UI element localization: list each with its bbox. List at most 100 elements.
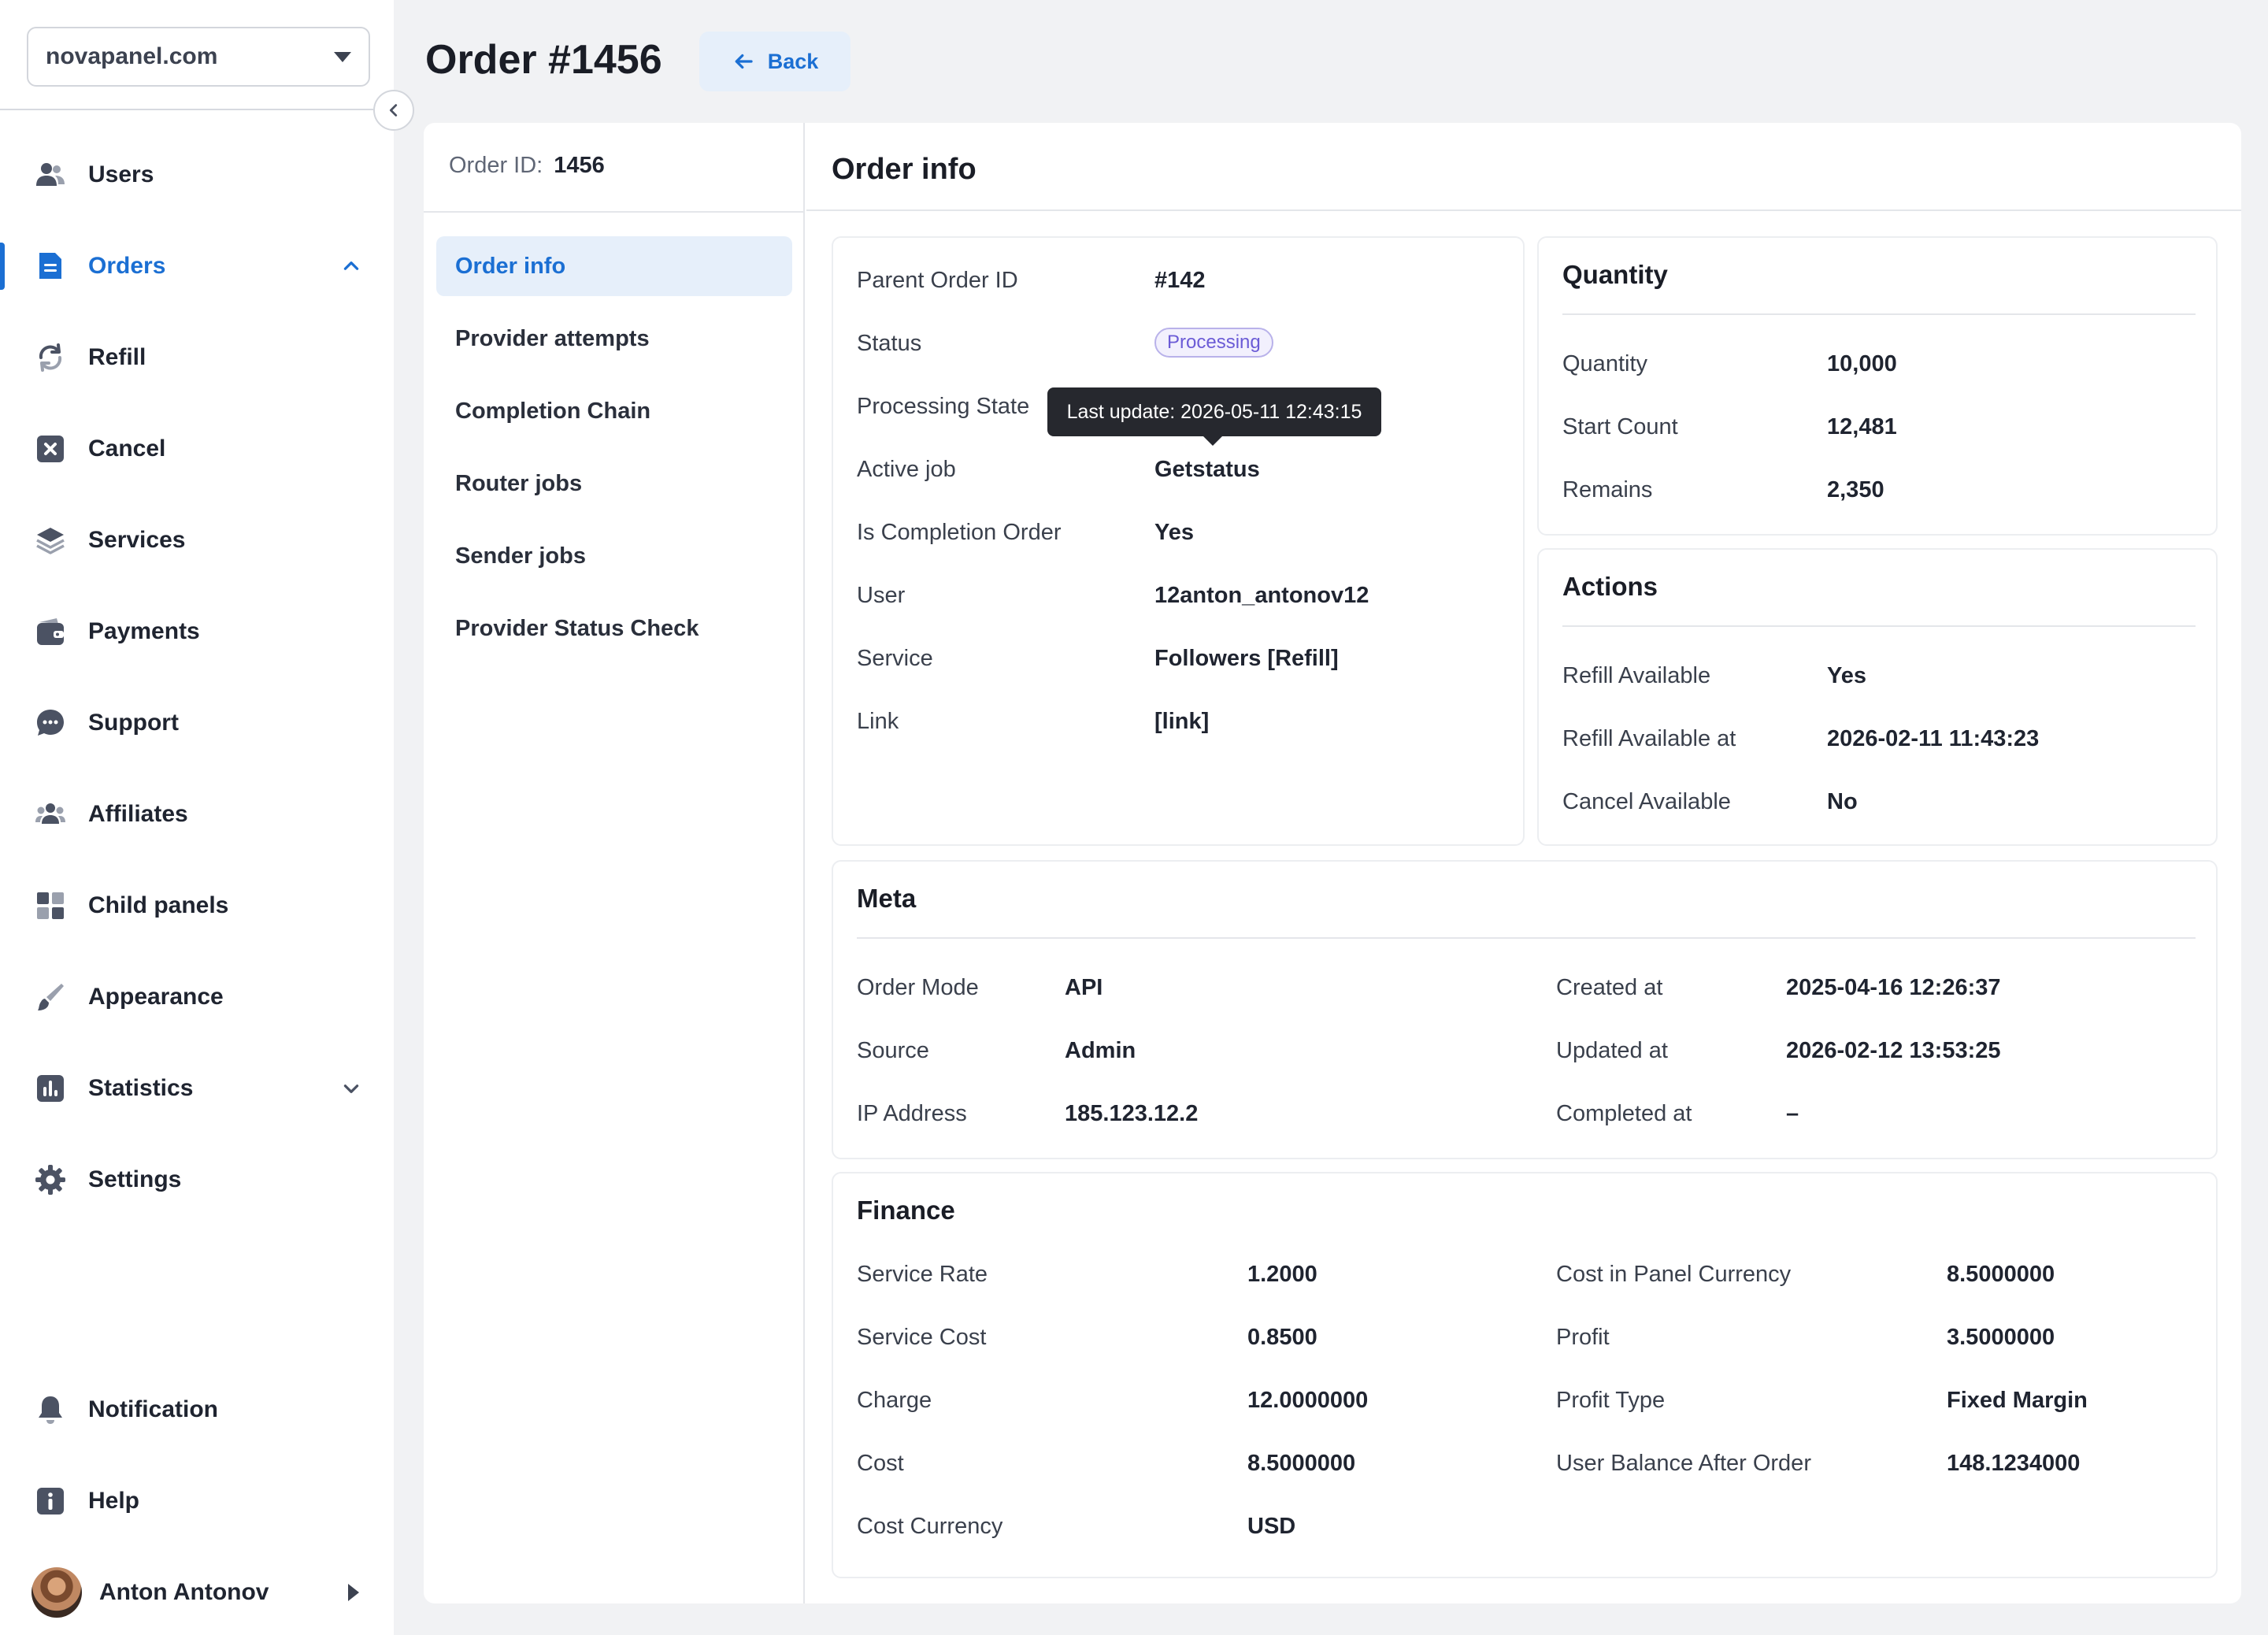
detail-value[interactable]: [link]	[1154, 709, 1209, 735]
sidebar-item-affiliates[interactable]: Affiliates	[0, 769, 394, 860]
back-button[interactable]: Back	[699, 32, 850, 91]
finance-value: 0.8500	[1247, 1325, 1317, 1350]
sidebar-item-label: Help	[88, 1488, 140, 1514]
finance-label: Service Rate	[857, 1262, 988, 1287]
sidebar-item-label: Statistics	[88, 1075, 194, 1101]
sidebar-item-label: Users	[88, 161, 154, 187]
sidebar-item-orders[interactable]: Orders	[0, 221, 394, 312]
sidebar-item-label: Notification	[88, 1396, 218, 1422]
sidebar-item-label: Payments	[88, 618, 200, 644]
divider	[1562, 625, 2196, 627]
detail-value[interactable]: Followers [Refill]	[1154, 646, 1339, 672]
detail-label: Parent Order ID	[857, 268, 1018, 293]
gear-icon	[35, 1164, 66, 1196]
sidebar-item-notification[interactable]: Notification	[0, 1364, 394, 1455]
collapse-sidebar-button[interactable]	[373, 90, 414, 131]
quantity-label: Remains	[1562, 477, 1653, 502]
subnav-sender-jobs[interactable]: Sender jobs	[436, 526, 792, 586]
chevron-left-icon	[389, 104, 398, 117]
sidebar-item-payments[interactable]: Payments	[0, 586, 394, 677]
meta-value: –	[1786, 1101, 1799, 1126]
action-label: Refill Available at	[1562, 726, 1736, 751]
action-label: Refill Available	[1562, 663, 1711, 688]
detail-label: Processing State	[857, 394, 1030, 419]
domain-select[interactable]: novapanel.com	[27, 27, 370, 87]
domain-select-value: novapanel.com	[46, 43, 218, 69]
panel-title: Quantity	[1562, 260, 1668, 289]
finance-label: Charge	[857, 1388, 932, 1413]
divider	[424, 211, 805, 213]
sidebar-item-users[interactable]: Users	[0, 129, 394, 221]
sidebar-item-label: Refill	[88, 344, 146, 370]
detail-label: Service	[857, 646, 933, 671]
subnav-order-info[interactable]: Order info	[436, 236, 792, 296]
detail-value: Yes	[1154, 520, 1194, 545]
sidebar-item-services[interactable]: Services	[0, 495, 394, 586]
bell-icon	[35, 1394, 66, 1426]
subnav-completion-chain[interactable]: Completion Chain	[436, 381, 792, 441]
order-card: Order ID: 1456 Order info Provider attem…	[424, 123, 2241, 1603]
page-title: Order #1456	[425, 37, 662, 83]
quantity-value: 10,000	[1827, 351, 1897, 376]
subnav-provider-attempts[interactable]: Provider attempts	[436, 309, 792, 369]
x-square-icon	[35, 433, 66, 465]
order-details-panel: Parent Order ID #142 Status Processing P…	[832, 236, 1525, 846]
sidebar-item-refill[interactable]: Refill	[0, 312, 394, 403]
subnav-router-jobs[interactable]: Router jobs	[436, 454, 792, 513]
detail-label: Status	[857, 331, 922, 356]
user-menu[interactable]: Anton Antonov	[0, 1563, 394, 1622]
sidebar-item-statistics[interactable]: Statistics	[0, 1043, 394, 1134]
meta-label: Updated at	[1556, 1038, 1668, 1063]
meta-label: Completed at	[1556, 1101, 1692, 1126]
detail-label: Is Completion Order	[857, 520, 1062, 545]
finance-value: USD	[1247, 1514, 1296, 1539]
finance-value: 3.5000000	[1947, 1325, 2055, 1350]
panel-title: Meta	[857, 884, 917, 913]
meta-value: API	[1065, 975, 1103, 1000]
arrow-left-icon	[735, 54, 753, 69]
divider	[857, 937, 2196, 939]
subnav-provider-status-check[interactable]: Provider Status Check	[436, 599, 792, 658]
sidebar-item-label: Services	[88, 527, 186, 553]
chat-icon	[35, 707, 66, 739]
caret-right-icon	[348, 1584, 359, 1601]
last-update-tooltip: Last update: 2026-05-11 12:43:15	[1047, 387, 1381, 446]
action-value: No	[1827, 789, 1858, 814]
finance-label: Cost Currency	[857, 1514, 1003, 1539]
bar-chart-icon	[35, 1073, 66, 1104]
quantity-label: Start Count	[1562, 414, 1678, 439]
detail-label: User	[857, 583, 906, 608]
brush-icon	[35, 981, 66, 1013]
sidebar-item-cancel[interactable]: Cancel	[0, 403, 394, 495]
sidebar-item-settings[interactable]: Settings	[0, 1134, 394, 1225]
sidebar-bottom-nav: Notification Help	[0, 1364, 394, 1547]
section-title: Order info	[832, 153, 976, 186]
sidebar-item-label: Appearance	[88, 984, 224, 1010]
meta-label: IP Address	[857, 1101, 967, 1126]
finance-value: 12.0000000	[1247, 1388, 1369, 1413]
refresh-icon	[35, 342, 66, 373]
finance-label: Service Cost	[857, 1325, 987, 1350]
meta-value: Admin	[1065, 1038, 1136, 1063]
order-info-content: Order info Parent Order ID #142 Status P…	[806, 123, 2241, 1603]
divider	[1562, 313, 2196, 315]
sidebar-item-label: Support	[88, 710, 179, 736]
sidebar-item-appearance[interactable]: Appearance	[0, 951, 394, 1043]
meta-value: 2025-04-16 12:26:37	[1786, 975, 2001, 1000]
finance-label: Profit	[1556, 1325, 1610, 1350]
meta-label: Source	[857, 1038, 929, 1063]
detail-value[interactable]: 12anton_antonov12	[1154, 583, 1369, 609]
chevron-down-icon	[340, 1077, 362, 1099]
finance-value: 8.5000000	[1247, 1451, 1356, 1476]
meta-value: 185.123.12.2	[1065, 1101, 1199, 1126]
panel-title: Actions	[1562, 572, 1658, 601]
layers-icon	[35, 525, 66, 556]
info-icon	[35, 1485, 66, 1517]
meta-label: Created at	[1556, 975, 1663, 1000]
actions-panel: Actions Refill Available Yes Refill Avai…	[1537, 548, 2218, 846]
quantity-label: Quantity	[1562, 351, 1647, 376]
detail-value[interactable]: #142	[1154, 268, 1206, 294]
sidebar-item-child-panels[interactable]: Child panels	[0, 860, 394, 951]
sidebar-item-support[interactable]: Support	[0, 677, 394, 769]
sidebar-item-help[interactable]: Help	[0, 1455, 394, 1547]
